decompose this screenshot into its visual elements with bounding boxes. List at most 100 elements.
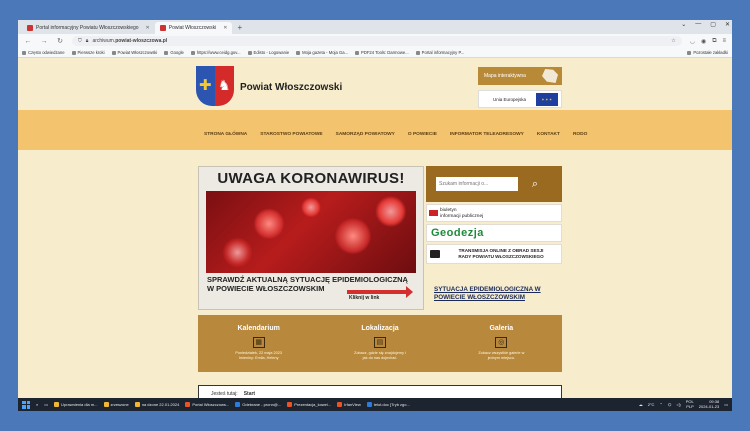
taskbar-item[interactable]: IrfanView	[337, 402, 361, 407]
bookmark-icon	[71, 50, 76, 55]
bookmark-item[interactable]: Powiat Włoszczowski	[111, 50, 157, 55]
bookmark-item[interactable]: Często odwiedzane	[22, 50, 65, 55]
bookmark-item[interactable]: PDF24 Tools: Darmowe...	[355, 50, 409, 55]
coat-of-arms-icon[interactable]	[196, 66, 234, 106]
location-desc: Zobacz, gdzie się znajdujemy i jak do nas…	[354, 351, 406, 360]
irfanview-icon	[337, 402, 343, 407]
start-windows-icon[interactable]	[22, 400, 30, 409]
eu-flag-icon: ✶✶✶	[536, 93, 558, 106]
coronavirus-banner[interactable]: UWAGA KORONAWIRUS! SPRAWDŹ AKTUALNĄ SYTU…	[198, 166, 424, 310]
folder-icon	[134, 402, 140, 407]
arrow-right-icon	[347, 286, 413, 298]
banner-title: UWAGA KORONAWIRUS!	[217, 170, 405, 187]
gallery-heading: Galeria	[489, 325, 514, 332]
star-icon[interactable]: ☆	[671, 38, 675, 44]
eu-button[interactable]: Unia Europejska ✶✶✶	[478, 90, 562, 108]
taskbar-item[interactable]: Prezentacja_kowel...	[287, 402, 331, 407]
taskbar: ⌕ ▭ Uprawnienia dla m... zrzeszone na dz…	[18, 398, 732, 411]
location-heading: Lokalizacja	[361, 325, 399, 332]
taskbar-item[interactable]: Portal Włoszczows...	[185, 402, 229, 407]
taskbar-item[interactable]: Odebrane - pronn@...	[235, 402, 281, 407]
geodezja-label: Geodezja	[431, 227, 484, 239]
firefox-icon	[185, 402, 191, 407]
breadcrumb-current[interactable]: Start	[244, 391, 255, 397]
bip-link[interactable]: biuletyn informacji publicznej	[426, 204, 562, 222]
taskbar-item[interactable]: Uprawnienia dla m...	[54, 402, 98, 407]
banner-cta[interactable]: Kliknij w link	[349, 295, 379, 301]
main-menu: STRONA GŁÓWNA STAROSTWO POWIATOWE SAMORZ…	[204, 132, 587, 137]
close-tab-icon[interactable]: ✕	[223, 25, 227, 31]
chevron-down-icon[interactable]: ⌄	[681, 21, 686, 28]
interactive-map-button[interactable]: Mapa interaktywna	[478, 67, 562, 85]
clock[interactable]: 09:38 2024-01-23	[699, 399, 719, 409]
map-label: Mapa interaktywna	[484, 73, 526, 79]
menu-item-samorzad[interactable]: SAMORZĄD POWIATOWY	[336, 132, 395, 137]
pocket-icon[interactable]: ◡	[690, 38, 695, 45]
taskbar-item[interactable]: na dzone 22.01.2024	[134, 402, 179, 407]
menu-icon[interactable]: ≡	[722, 38, 726, 45]
minimize-icon[interactable]: —	[695, 21, 701, 28]
menu-item-kontakt[interactable]: KONTAKT	[537, 132, 560, 137]
close-tab-icon[interactable]: ✕	[146, 25, 150, 31]
bookmark-item[interactable]: Pierwsze kroki	[71, 50, 105, 55]
location-panel[interactable]: Lokalizacja ▤ Zobacz, gdzie się znajduje…	[319, 315, 440, 372]
tab-powiat[interactable]: Powiat Włoszczowski ✕	[154, 22, 233, 34]
menu-item-starostwo[interactable]: STAROSTWO POWIATOWE	[260, 132, 322, 137]
eu-label: Unia Europejska	[493, 96, 527, 102]
gallery-panel[interactable]: Galeria ◎ Zobacz wszystkie galerie w jedn…	[441, 315, 562, 372]
account-icon[interactable]: ◉	[701, 38, 706, 45]
virus-image	[206, 191, 416, 273]
search-icon[interactable]: ⌕	[36, 402, 38, 407]
network-icon[interactable]: ⌬	[668, 402, 672, 407]
bookmark-item[interactable]: Portal informacyjny P...	[415, 50, 464, 55]
main-menu-bar: STRONA GŁÓWNA STAROSTWO POWIATOWE SAMORZ…	[18, 110, 732, 150]
search-input[interactable]	[436, 177, 518, 191]
address-bar[interactable]: ⛉ 🔒︎ archiwum.powiat-wloszczowa.pl ☆	[72, 36, 682, 46]
tab-portal[interactable]: Portal informacyjny Powiatu Włoszczowski…	[22, 22, 155, 34]
extensions-icon[interactable]: ⧉	[712, 38, 716, 45]
tray-chevron-icon[interactable]: ⌃	[659, 402, 662, 407]
temperature: 2°C	[647, 402, 655, 407]
search-icon[interactable]: ⌕	[526, 175, 544, 193]
forward-arrow-icon[interactable]: →	[40, 38, 48, 45]
folder-icon	[103, 402, 109, 407]
browser-tab-strip: Portal informacyjny Powiatu Włoszczowski…	[18, 20, 732, 34]
calendar-desc: Poniedziałek, 22 maja 2023 Imieniny: Emil…	[235, 351, 282, 360]
notifications-icon[interactable]: ▭	[724, 402, 728, 407]
close-window-icon[interactable]: ✕	[725, 21, 730, 28]
session-stream-link[interactable]: TRANSMISJA ONLINE Z OBRAD SESJI RADY POWI…	[426, 244, 562, 264]
bookmark-item[interactable]: Moja gazeta - Moja Ga...	[296, 50, 348, 55]
back-arrow-icon[interactable]: ←	[24, 38, 32, 45]
menu-item-rodo[interactable]: RODO	[573, 132, 587, 137]
volume-icon[interactable]: ◁)	[676, 402, 680, 407]
tab-label: Portal informacyjny Powiatu Włoszczowski…	[36, 25, 139, 31]
word-icon	[366, 402, 372, 407]
camera-icon	[430, 250, 440, 258]
taskbar-item[interactable]: telot.doc [Tryb zgo...	[366, 402, 410, 407]
geodezja-link[interactable]: Geodezja	[426, 224, 562, 242]
bookmark-icon	[296, 50, 301, 55]
taskbar-item[interactable]: zrzeszone	[103, 402, 129, 407]
epidemic-situation-link[interactable]: SYTUACJA EPIDEMIOLOGICZNA W POWIECIE WŁO…	[434, 286, 559, 302]
new-tab-icon[interactable]: +	[232, 22, 247, 34]
url-text: archiwum.powiat-wloszczowa.pl	[92, 38, 168, 44]
crest-right	[215, 66, 234, 106]
other-bookmarks[interactable]: Pozostałe zakładki	[687, 50, 728, 55]
bookmark-item[interactable]: Edisto - Logowanie	[247, 50, 289, 55]
powerpoint-icon	[287, 402, 293, 407]
task-view-icon[interactable]: ▭	[44, 402, 48, 407]
menu-item-o-powiecie[interactable]: O POWIECIE	[408, 132, 437, 137]
bookmark-item[interactable]: https://www.ceidg.gov...	[190, 50, 241, 55]
menu-item-home[interactable]: STRONA GŁÓWNA	[204, 132, 247, 137]
weather-icon[interactable]: ☁	[639, 402, 643, 407]
bookmark-item[interactable]: Google	[164, 50, 184, 55]
bookmark-icon	[355, 50, 360, 55]
calendar-panel[interactable]: Kalendarium ▦ Poniedziałek, 22 maja 2023…	[198, 315, 319, 372]
maximize-icon[interactable]: ▢	[710, 21, 716, 28]
menu-item-informator[interactable]: INFORMATOR TELEADRESOWY	[450, 132, 524, 137]
session-text: TRANSMISJA ONLINE Z OBRAD SESJI RADY POWI…	[458, 248, 544, 259]
site-title[interactable]: Powiat Włoszczowski	[240, 82, 342, 93]
shield-icon: ⛉	[78, 38, 82, 44]
reload-icon[interactable]: ↻	[56, 37, 64, 45]
language-indicator[interactable]: POL PLP	[686, 399, 694, 409]
